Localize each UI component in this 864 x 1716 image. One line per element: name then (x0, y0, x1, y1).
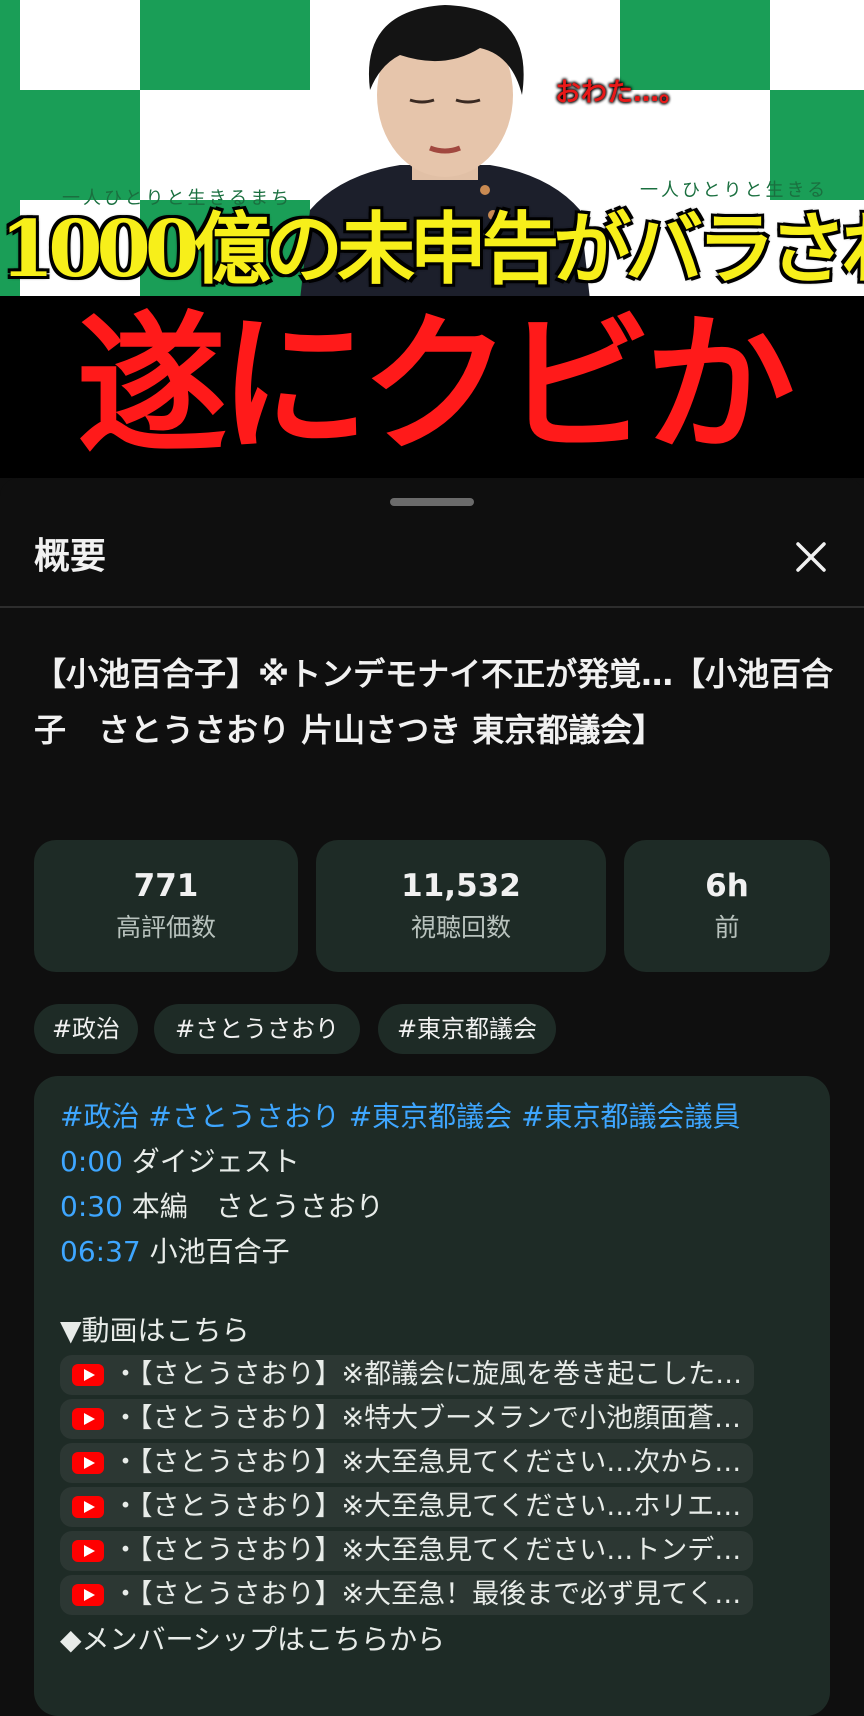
link-separator: ・ (112, 1447, 139, 1478)
youtube-icon (72, 1540, 104, 1562)
video-link[interactable]: ・【さとうさおり】※都議会に旋風を巻き起こした… (60, 1355, 755, 1395)
backdrop-slogan-right: 一人ひとりと生きる (640, 180, 829, 201)
age-label: 前 (714, 913, 740, 942)
video-link[interactable]: ・【さとうさおり】※大至急！最後まで必ず見てく… (60, 1575, 754, 1615)
stats-row: 771 高評価数 11,532 視聴回数 6h 前 (34, 840, 830, 972)
link-separator: ・ (112, 1403, 139, 1434)
likes-stat: 771 高評価数 (34, 840, 298, 972)
link-separator: ・ (112, 1359, 139, 1390)
headline-top: 1000億の未申告がバラされ (0, 204, 864, 295)
video-link-title: 【さとうさおり】※都議会に旋風を巻き起こした… (139, 1359, 743, 1390)
chapter-title: ダイジェスト (131, 1145, 300, 1178)
close-icon[interactable] (788, 534, 834, 580)
youtube-icon (72, 1408, 104, 1430)
video-link-title: 【さとうさおり】※大至急見てください…ホリエ… (139, 1491, 742, 1522)
chapter-title: 小池百合子 (149, 1235, 290, 1268)
views-stat: 11,532 視聴回数 (316, 840, 606, 972)
description-box: #政治 #さとうさおり #東京都議会 #東京都議会議員 0:00 ダイジェスト … (34, 1076, 830, 1716)
hashtag-chip[interactable]: #東京都議会 (378, 1004, 556, 1054)
views-count: 11,532 (401, 868, 521, 904)
link-separator: ・ (112, 1491, 139, 1522)
sheet-title: 概要 (34, 536, 107, 577)
link-separator: ・ (112, 1579, 139, 1610)
caption-quip: おわた…。 (555, 78, 686, 108)
video-link-title: 【さとうさおり】※大至急！最後まで必ず見てく… (139, 1579, 742, 1610)
youtube-icon (72, 1584, 104, 1606)
video-link-title: 【さとうさおり】※大至急見てください…次から… (139, 1447, 742, 1478)
videos-heading: ▼動画はこちら (60, 1314, 250, 1347)
link-separator: ・ (112, 1535, 139, 1566)
membership-heading: ◆メンバーシップはこちらから (60, 1623, 445, 1656)
chapter-timestamp[interactable]: 0:00 (60, 1145, 123, 1178)
video-link[interactable]: ・【さとうさおり】※大至急見てください…トンデ… (60, 1531, 754, 1571)
video-link[interactable]: ・【さとうさおり】※大至急見てください…次から… (60, 1443, 754, 1483)
sheet-header: 概要 (0, 528, 864, 586)
likes-label: 高評価数 (115, 913, 216, 942)
youtube-icon (72, 1496, 104, 1518)
headline-bottom: 遂にクビか (76, 297, 795, 473)
youtube-icon (72, 1452, 104, 1474)
chapter-title: 本編 さとうさおり (131, 1190, 384, 1223)
video-link-title: 【さとうさおり】※大至急見てください…トンデ… (139, 1535, 742, 1566)
video-link[interactable]: ・【さとうさおり】※特大ブーメランで小池顔面蒼… (60, 1399, 754, 1439)
description-sheet: 概要 【小池百合子】※トンデモナイ不正が発覚…【小池百合子 さとうさおり 片山さ… (0, 478, 864, 1716)
chapter-item: 06:37 小池百合子 (60, 1229, 820, 1274)
chapter-timestamp[interactable]: 06:37 (60, 1235, 141, 1268)
hashtag-chip[interactable]: #さとうさおり (154, 1004, 360, 1054)
description-hashtags[interactable]: #政治 #さとうさおり #東京都議会 #東京都議会議員 (60, 1094, 820, 1139)
header-divider (0, 606, 864, 608)
age-stat: 6h 前 (624, 840, 830, 972)
views-label: 視聴回数 (410, 913, 511, 942)
drag-handle[interactable] (390, 498, 474, 506)
video-link-title: 【さとうさおり】※特大ブーメランで小池顔面蒼… (139, 1403, 742, 1434)
chapter-timestamp[interactable]: 0:30 (60, 1190, 123, 1223)
video-player[interactable]: 一人ひとりと生きるまち 一人ひとりと生きる おわた…。 1000億の未申告がバラ… (0, 0, 864, 478)
hashtag-chip[interactable]: #政治 (34, 1004, 138, 1054)
video-link[interactable]: ・【さとうさおり】※大至急見てください…ホリエ… (60, 1487, 754, 1527)
likes-count: 771 (133, 868, 199, 904)
video-title: 【小池百合子】※トンデモナイ不正が発覚…【小池百合子 さとうさおり 片山さつき … (34, 655, 834, 749)
chapter-item: 0:30 本編 さとうさおり (60, 1184, 820, 1229)
age-value: 6h (705, 868, 749, 904)
chapter-item: 0:00 ダイジェスト (60, 1139, 820, 1184)
youtube-icon (72, 1364, 104, 1386)
